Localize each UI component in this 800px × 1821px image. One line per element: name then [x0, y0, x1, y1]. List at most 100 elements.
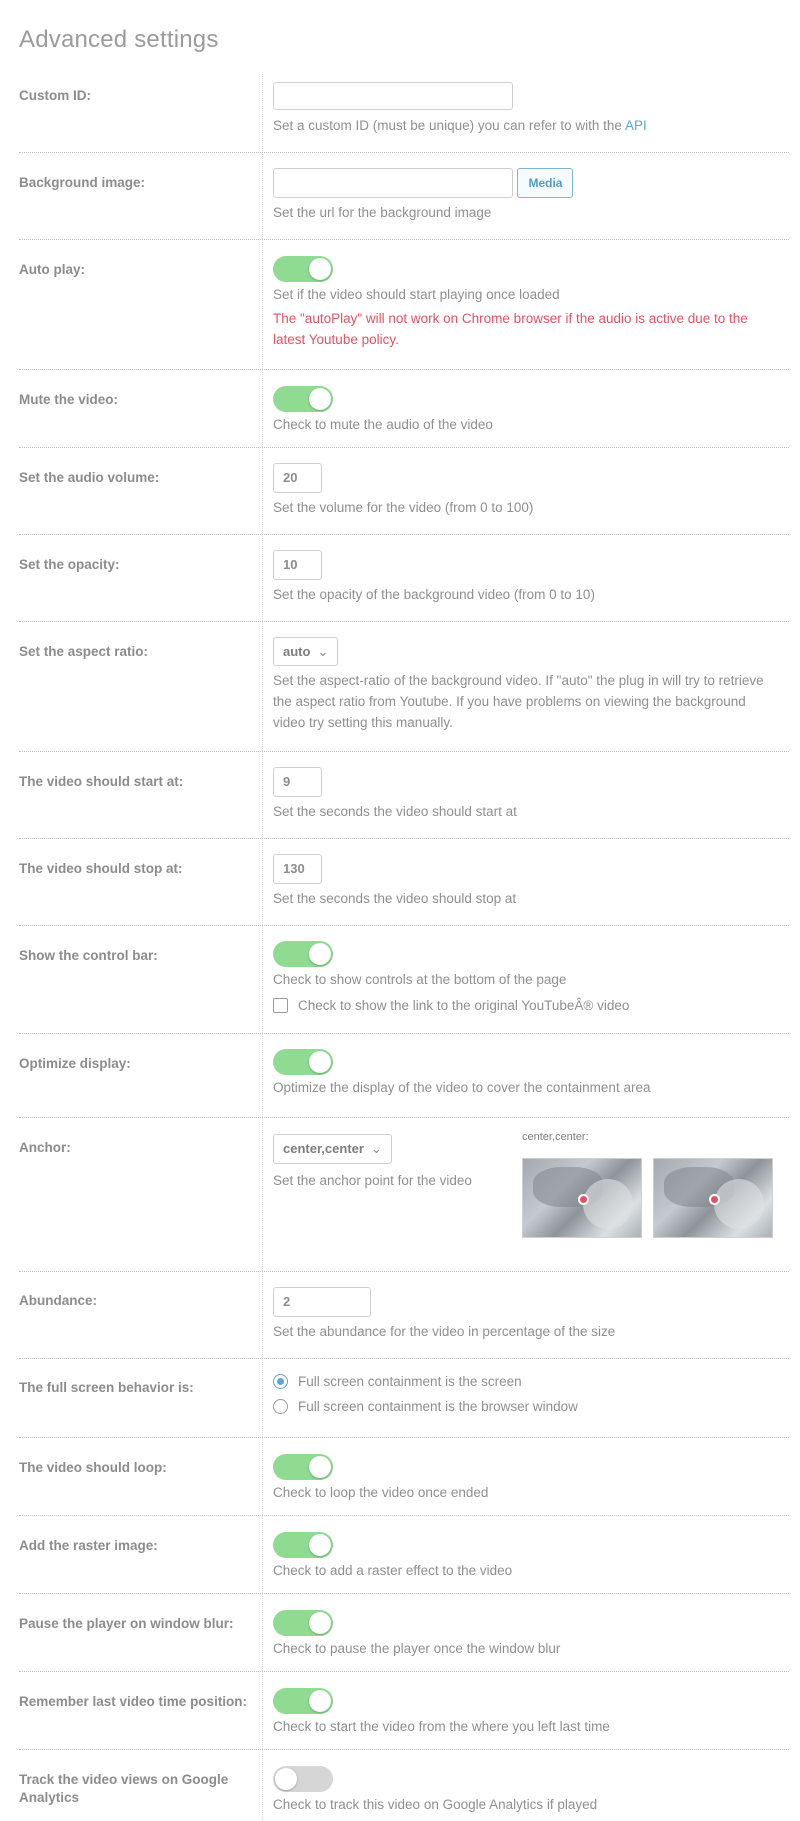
toggle-knob [309, 258, 331, 280]
background-image-input[interactable] [273, 168, 513, 198]
remember-toggle[interactable] [273, 1688, 333, 1714]
aspect-ratio-field: auto ⌄ Set the aspect-ratio of the backgr… [273, 637, 773, 733]
loop-toggle[interactable] [273, 1454, 333, 1480]
full-screen-option-label: Full screen containment is the screen [298, 1374, 522, 1389]
anchor-field: center,center ⌄ Set the anchor point for … [273, 1134, 472, 1191]
custom-id-label: Custom ID: [19, 88, 91, 103]
toggle-knob [309, 1051, 331, 1073]
media-button[interactable]: Media [517, 168, 574, 198]
row-divider [19, 925, 789, 926]
start-at-field: 9 Set the seconds the video should start… [273, 767, 517, 822]
stop-at-label: The video should stop at: [19, 861, 183, 876]
row-divider [19, 1515, 789, 1516]
loop-desc: Check to loop the video once ended [273, 1485, 489, 1500]
raster-field: Check to add a raster effect to the vide… [273, 1532, 512, 1581]
row-divider [19, 1117, 789, 1118]
original-link-option[interactable]: Check to show the link to the original Y… [273, 998, 773, 1013]
anchor-preview-image [653, 1158, 773, 1238]
abundance-input[interactable]: 2 [273, 1287, 371, 1317]
anchor-point-marker [709, 1194, 720, 1205]
toggle-knob [309, 1456, 331, 1478]
toggle-knob [309, 388, 331, 410]
anchor-select[interactable]: center,center ⌄ [273, 1134, 392, 1164]
custom-id-desc-text: Set a custom ID (must be unique) you can… [273, 118, 625, 133]
analytics-desc: Check to track this video on Google Anal… [273, 1797, 598, 1812]
anchor-desc: Set the anchor point for the video [273, 1173, 472, 1188]
aspect-ratio-select[interactable]: auto ⌄ [273, 637, 339, 666]
radio-screen[interactable] [273, 1374, 288, 1389]
row-divider [19, 1749, 789, 1750]
abundance-desc: Set the abundance for the video in perce… [273, 1324, 616, 1339]
mute-label: Mute the video: [19, 392, 119, 407]
row-divider [19, 1671, 789, 1672]
chevron-down-icon: ⌄ [317, 644, 329, 659]
row-divider [19, 1593, 789, 1594]
pause-blur-toggle[interactable] [273, 1610, 333, 1636]
raster-desc: Check to add a raster effect to the vide… [273, 1563, 513, 1578]
full-screen-option-window[interactable]: Full screen containment is the browser w… [273, 1399, 578, 1414]
auto-play-toggle[interactable] [273, 256, 333, 282]
volume-input[interactable]: 20 [273, 463, 322, 493]
start-at-desc: Set the seconds the video should start a… [273, 804, 517, 819]
loop-field: Check to loop the video once ended [273, 1454, 488, 1503]
pause-blur-field: Check to pause the player once the windo… [273, 1610, 560, 1659]
analytics-label: Track the video views on Google Analytic… [19, 1772, 229, 1805]
row-divider [19, 621, 789, 622]
aspect-ratio-desc: Set the aspect-ratio of the background v… [273, 673, 764, 730]
volume-label: Set the audio volume: [19, 470, 160, 485]
anchor-value: center,center [283, 1141, 364, 1156]
abundance-field: 2 Set the abundance for the video in per… [273, 1287, 615, 1342]
anchor-point-marker [578, 1194, 589, 1205]
auto-play-label: Auto play: [19, 262, 85, 277]
toggle-knob [275, 1768, 297, 1790]
raster-toggle[interactable] [273, 1532, 333, 1558]
control-bar-label: Show the control bar: [19, 948, 158, 963]
mute-toggle[interactable] [273, 386, 333, 412]
auto-play-field: Set if the video should start playing on… [273, 256, 773, 350]
custom-id-field: Set a custom ID (must be unique) you can… [273, 82, 647, 136]
opacity-input[interactable]: 10 [273, 550, 322, 580]
chevron-down-icon: ⌄ [370, 1141, 382, 1156]
optimize-label: Optimize display: [19, 1056, 131, 1071]
full-screen-option-screen[interactable]: Full screen containment is the screen [273, 1374, 578, 1389]
raster-label: Add the raster image: [19, 1538, 158, 1553]
row-divider [19, 751, 789, 752]
full-screen-option-label: Full screen containment is the browser w… [298, 1399, 578, 1414]
original-link-label: Check to show the link to the original Y… [298, 998, 630, 1013]
api-link[interactable]: API [625, 118, 647, 133]
toggle-knob [309, 1534, 331, 1556]
anchor-preview-caption: center,center: [522, 1131, 589, 1143]
start-at-input[interactable]: 9 [273, 767, 322, 797]
analytics-toggle[interactable] [273, 1766, 333, 1792]
stop-at-field: 130 Set the seconds the video should sto… [273, 854, 516, 909]
row-divider [19, 1358, 789, 1359]
row-divider [19, 369, 789, 370]
mute-field: Check to mute the audio of the video [273, 386, 493, 435]
optimize-desc: Optimize the display of the video to cov… [273, 1080, 651, 1095]
stop-at-input[interactable]: 130 [273, 854, 322, 884]
analytics-field: Check to track this video on Google Anal… [273, 1766, 597, 1815]
stop-at-desc: Set the seconds the video should stop at [273, 891, 517, 906]
custom-id-desc: Set a custom ID (must be unique) you can… [273, 115, 647, 136]
opacity-field: 10 Set the opacity of the background vid… [273, 550, 595, 605]
control-bar-field: Check to show controls at the bottom of … [273, 941, 773, 1013]
toggle-knob [309, 1690, 331, 1712]
original-link-checkbox[interactable] [273, 998, 288, 1013]
abundance-label: Abundance: [19, 1293, 98, 1308]
row-divider [19, 1033, 789, 1034]
start-at-label: The video should start at: [19, 774, 184, 789]
anchor-preview-image [522, 1158, 642, 1238]
loop-label: The video should loop: [19, 1460, 167, 1475]
full-screen-label: The full screen behavior is: [19, 1380, 194, 1395]
pause-blur-label: Pause the player on window blur: [19, 1616, 234, 1631]
radio-window[interactable] [273, 1399, 288, 1414]
optimize-toggle[interactable] [273, 1049, 333, 1075]
auto-play-desc: Set if the video should start playing on… [273, 287, 560, 302]
toggle-knob [309, 943, 331, 965]
mute-desc: Check to mute the audio of the video [273, 417, 493, 432]
custom-id-input[interactable] [273, 82, 513, 110]
control-bar-toggle[interactable] [273, 941, 333, 967]
anchor-label: Anchor: [19, 1140, 71, 1155]
aspect-ratio-value: auto [283, 644, 311, 659]
row-divider [19, 239, 789, 240]
